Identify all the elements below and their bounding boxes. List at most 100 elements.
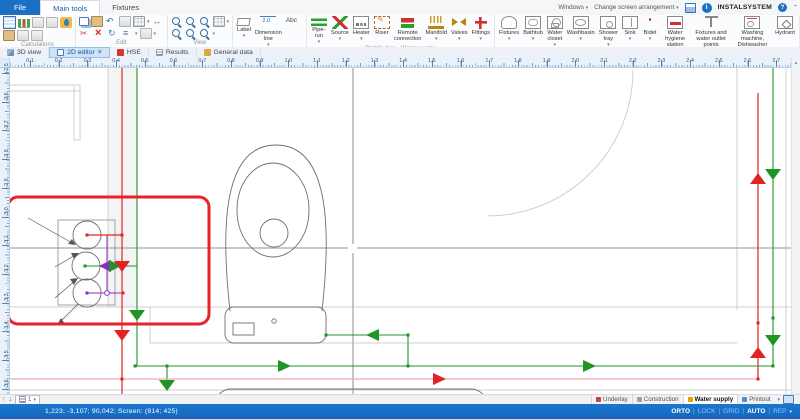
chevron-down-icon[interactable]: ▾ [227,19,230,25]
ribbon-tab-file[interactable]: File [0,0,40,15]
toggle-lock[interactable]: LOCK [698,408,716,415]
cut-icon[interactable] [79,28,91,39]
shower-tray-button[interactable]: Shower tray▾ [598,16,619,48]
ribbon-group-calculations: Calculations [0,15,76,47]
dimension-line-button[interactable]: Dimension line▾ [254,16,283,48]
tab-results[interactable]: Results [149,47,197,58]
tab-general-data[interactable]: General data [197,47,261,58]
toggle-orto[interactable]: ORTO [671,408,690,415]
water-closet-button[interactable]: Water closet▾ [546,16,564,48]
bathtub-button[interactable]: Bathtub▾ [522,16,544,42]
tab-hse[interactable]: HSE [110,47,149,58]
chevron-down-icon: ▾ [360,36,363,42]
fittings-button[interactable]: Fittings▾ [471,16,491,42]
label-button[interactable]: Label▾ [236,16,252,39]
chevron-down-icon[interactable]: ▾ [213,31,216,37]
construction-walls[interactable] [10,68,791,394]
water-closet-fixture[interactable] [225,145,326,343]
help-icon[interactable]: ? [778,3,787,12]
grey-icon[interactable] [17,30,29,41]
tab-3d-view[interactable]: 3D view [0,47,49,58]
sink-icon [622,16,638,29]
windows-menu[interactable]: Windows ▾ [558,4,588,11]
printout-icon [742,397,747,402]
grey-icon[interactable] [31,30,43,41]
ruler-label: 1,8 [514,58,522,64]
heater-button[interactable]: Heater▾ [352,16,371,42]
construction-icon [637,397,642,402]
ribbon-tab-fixtures[interactable]: Fixtures [100,0,151,15]
grey-icon[interactable] [140,28,152,39]
source-button[interactable]: Source▾ [330,16,350,42]
layer-tab-printout[interactable]: Printout [737,395,774,405]
layer-tab-underlay[interactable]: Underlay [591,395,632,405]
manifold-button[interactable]: Manifold▾ [424,16,448,42]
drop-icon[interactable] [60,17,72,28]
paste-icon[interactable] [3,30,15,41]
drawing-canvas[interactable] [10,68,791,394]
grid-icon[interactable] [133,16,145,27]
toggle-rep[interactable]: REP [773,408,786,415]
copy-icon[interactable] [79,17,89,26]
sheet-selector[interactable]: 1 ▾ [15,395,40,405]
toggle-auto[interactable]: AUTO [747,408,765,415]
chevron-down-icon: ▾ [676,5,679,11]
undo-icon[interactable] [105,16,117,27]
grey-icon[interactable] [32,17,44,28]
screen-arrangement-menu[interactable]: Change screen arrangement ▾ [594,4,678,11]
vertical-scrollbar[interactable]: ▲ [791,58,800,394]
remote-connection-button[interactable]: Remote connection [393,16,423,42]
pipe-run-button[interactable]: Pipe-run▾ [310,16,328,45]
grid-icon[interactable] [213,16,225,27]
scroll-up-icon[interactable]: ▲ [792,58,800,68]
heater-icon [353,16,369,29]
bidet-button[interactable]: Bidet▾ [641,16,659,42]
zoom-icon[interactable] [199,16,211,27]
layer-tab-construction[interactable]: Construction [632,395,683,405]
doc-icon[interactable] [3,16,16,29]
chart-icon[interactable] [18,17,30,28]
grey-icon[interactable] [46,17,58,28]
ruler-label: 0,6 [170,58,178,64]
collapse-ribbon-icon[interactable]: ⌃ [793,4,798,11]
valves-icon [451,16,467,29]
hydrant-button[interactable]: Hydrant [774,16,796,36]
fixtures-icon [501,16,517,29]
washbasin-button[interactable]: Washbasin▾ [566,16,596,42]
zoom-icon[interactable] [185,16,197,27]
sink-button[interactable]: Sink▾ [621,16,639,42]
fittings-icon [473,16,489,29]
layer-tab-water-supply[interactable]: Water supply [683,395,738,405]
chevron-down-icon[interactable]: ▾ [789,409,792,415]
arrow-up-icon[interactable]: ↑ [2,396,6,404]
save-icon[interactable] [685,3,696,13]
ribbon: Calculations▾▾▾Edit▾▾ViewLabel▾Dimension… [0,15,800,48]
tab-2d-editor[interactable]: 2D editor× [49,47,110,58]
chevron-down-icon[interactable]: ▾ [154,31,157,37]
rot-icon[interactable] [107,28,119,39]
ruler-label: 1,7 [485,58,493,64]
valves-button[interactable]: Valves▾ [450,16,469,42]
chevron-down-icon[interactable]: ▾ [135,31,138,37]
del-icon[interactable] [93,28,105,39]
screen-layout-icon[interactable] [783,395,794,404]
grey-icon[interactable] [119,16,131,27]
ribbon-tab-main-tools[interactable]: Main tools [40,0,100,15]
abc-button[interactable] [285,16,303,29]
arrow-down-icon[interactable]: ↓ [9,396,13,404]
fixtures-button[interactable]: Fixtures▾ [498,16,520,42]
close-icon[interactable]: × [98,49,102,56]
chevron-down-icon[interactable]: ▾ [147,19,150,25]
zoom-icon[interactable] [171,28,183,39]
toggle-grid[interactable]: GRID [723,408,739,415]
chevron-down-icon[interactable]: ▾ [774,397,783,403]
general-tab-icon [204,49,211,56]
zoom-icon[interactable] [199,28,211,39]
align-icon[interactable] [121,28,133,39]
move-icon[interactable] [152,16,164,27]
riser-button[interactable]: Riser [373,16,391,36]
chevron-down-icon: ▾ [458,36,461,42]
zoom-icon[interactable] [171,16,183,27]
zoom-icon[interactable] [185,28,197,39]
paste-icon[interactable] [91,16,103,27]
